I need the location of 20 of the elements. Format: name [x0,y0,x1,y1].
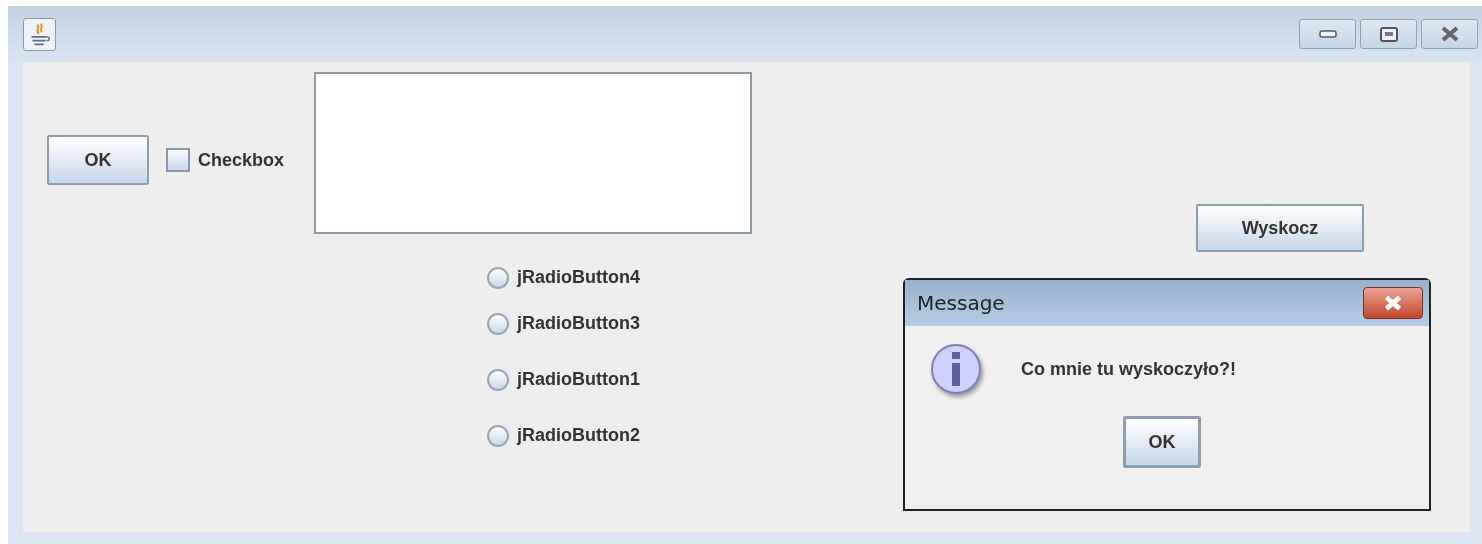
popup-button[interactable]: Wyskocz [1196,204,1364,252]
radio-button[interactable]: jRadioButton2 [487,422,687,449]
cup-icon[interactable] [23,17,56,51]
dialog-message: Co mnie tu wyskoczyło?! [1021,357,1237,381]
radio-button[interactable]: jRadioButton1 [487,366,687,393]
close-icon[interactable] [1363,287,1423,319]
close-button[interactable] [1421,19,1478,49]
checkbox[interactable]: Checkbox [166,146,314,174]
dialog-ok-button[interactable]: OK [1123,416,1201,468]
radio-button[interactable]: jRadioButton4 [487,264,687,291]
dialog-title: Message [917,290,1005,317]
ok-button[interactable]: OK [47,135,149,185]
minimize-icon [1318,30,1337,38]
radio-button[interactable]: jRadioButton3 [487,310,687,337]
maximize-icon [1379,26,1398,42]
text-area[interactable] [314,72,752,234]
minimize-button[interactable] [1299,19,1356,49]
maximize-button[interactable] [1360,19,1417,49]
info-icon [931,344,981,394]
close-icon [1440,26,1459,42]
